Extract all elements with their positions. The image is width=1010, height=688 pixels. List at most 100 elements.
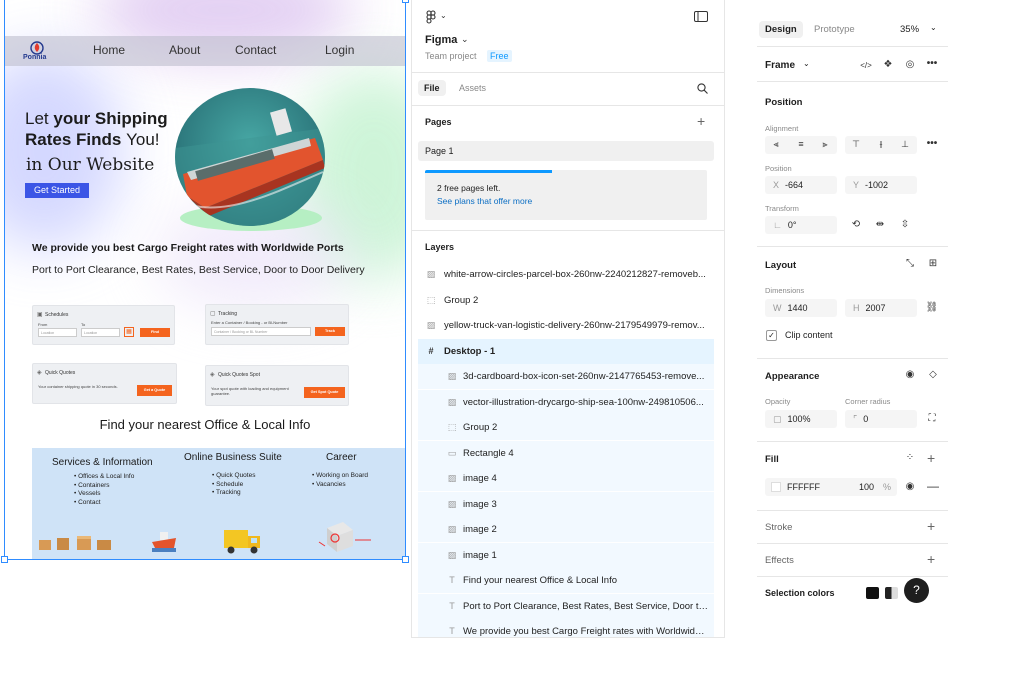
layer-row[interactable]: ▨ vector-illustration-drycargo-ship-sea-1… bbox=[418, 389, 714, 415]
chevron-down-icon[interactable]: ⌄ bbox=[803, 59, 810, 68]
tab-assets[interactable]: Assets bbox=[459, 83, 486, 93]
fill-field[interactable]: FFFFFF 100 % bbox=[765, 478, 897, 496]
layer-row[interactable]: ▨ white-arrow-circles-parcel-box-260nw-22… bbox=[418, 262, 714, 287]
chevron-down-icon[interactable]: ⌄ bbox=[930, 23, 937, 32]
align-top-icon[interactable]: ⊤ bbox=[849, 139, 863, 150]
tab-file[interactable]: File bbox=[418, 80, 446, 96]
layer-row[interactable]: ⬚ Group 2 bbox=[418, 415, 714, 440]
sidebar-toggle-icon[interactable] bbox=[694, 11, 708, 22]
help-button[interactable]: ? bbox=[904, 578, 929, 603]
selection-type[interactable]: Frame bbox=[765, 60, 795, 71]
layer-row[interactable]: # Desktop - 1 bbox=[418, 338, 714, 364]
footer-link[interactable]: Schedule bbox=[212, 481, 282, 490]
get-spot-quote-button[interactable]: Get Spot Quote bbox=[304, 387, 345, 398]
zoom-level[interactable]: 35% bbox=[900, 24, 919, 35]
constrain-proportions-icon[interactable]: ⛓ bbox=[925, 302, 939, 313]
color-swatch-black[interactable] bbox=[866, 587, 879, 599]
layer-row[interactable]: ⬚ Group 2 bbox=[418, 288, 714, 313]
width-field[interactable]: W 1440 bbox=[765, 299, 837, 317]
add-page-icon[interactable]: + bbox=[697, 114, 705, 128]
file-name[interactable]: Figma bbox=[425, 34, 457, 46]
styles-icon[interactable]: ⁘ bbox=[903, 452, 917, 463]
height-field[interactable]: H 2007 bbox=[845, 299, 917, 317]
layer-row[interactable]: ▨ image 3 bbox=[418, 491, 714, 517]
footer-link[interactable]: Working on Board bbox=[312, 472, 368, 481]
align-middle-icon[interactable]: ⫲ bbox=[874, 139, 888, 150]
layer-row[interactable]: ▨ image 1 bbox=[418, 542, 714, 568]
layer-row[interactable]: ▨ image 4 bbox=[418, 466, 714, 491]
footer-link[interactable]: Contact bbox=[74, 499, 153, 508]
color-swatch-mixed[interactable] bbox=[885, 587, 898, 599]
clip-content-label[interactable]: Clip content bbox=[785, 330, 833, 340]
layer-row[interactable]: T Port to Port Clearance, Best Rates, Bes… bbox=[418, 593, 714, 619]
layer-row[interactable]: T Find your nearest Office & Local Info bbox=[418, 568, 714, 593]
x-field[interactable]: X -664 bbox=[765, 176, 837, 194]
remove-fill-icon[interactable]: — bbox=[926, 479, 940, 493]
flip-vertical-icon[interactable]: ⇳ bbox=[898, 219, 912, 230]
see-plans-link[interactable]: See plans that offer more bbox=[437, 196, 532, 206]
tab-design[interactable]: Design bbox=[759, 21, 803, 38]
get-started-button[interactable]: Get Started bbox=[25, 183, 89, 198]
track-button[interactable]: Track bbox=[315, 327, 345, 336]
footer-link[interactable]: Quick Quotes bbox=[212, 472, 282, 481]
checkbox-icon[interactable]: ✓ bbox=[766, 330, 777, 341]
get-quote-button[interactable]: Get a Quote bbox=[137, 385, 172, 396]
footer-link[interactable]: Tracking bbox=[212, 489, 282, 498]
chevron-down-icon[interactable]: ⌄ bbox=[461, 34, 469, 45]
more-icon[interactable]: ••• bbox=[925, 138, 939, 149]
resize-handle[interactable] bbox=[1, 556, 8, 563]
fill-swatch[interactable] bbox=[771, 482, 781, 492]
layer-row[interactable]: T We provide you best Cargo Freight rates… bbox=[418, 619, 714, 637]
add-effect-icon[interactable]: + bbox=[927, 552, 935, 566]
corner-radius-field[interactable]: ⌜ 0 bbox=[845, 410, 917, 428]
desktop-frame[interactable]: Ponnia Home About Contact Login Let your… bbox=[4, 0, 406, 560]
code-icon[interactable]: </> bbox=[859, 61, 873, 70]
project-name[interactable]: Team project bbox=[425, 51, 477, 61]
add-stroke-icon[interactable]: + bbox=[927, 519, 935, 533]
collapse-icon[interactable]: ⤡ bbox=[903, 258, 917, 269]
from-input[interactable]: Location bbox=[38, 328, 77, 337]
layer-row[interactable]: ▨ yellow-truck-van-logistic-delivery-260n… bbox=[418, 313, 714, 338]
align-bottom-icon[interactable]: ⊥ bbox=[898, 139, 912, 150]
to-input[interactable]: Location bbox=[81, 328, 120, 337]
design-canvas[interactable]: Ponnia Home About Contact Login Let your… bbox=[0, 0, 410, 688]
resize-handle[interactable] bbox=[402, 556, 409, 563]
nav-about[interactable]: About bbox=[169, 43, 200, 57]
resize-handle[interactable] bbox=[402, 0, 409, 3]
add-fill-icon[interactable]: + bbox=[927, 451, 935, 465]
independent-corners-icon[interactable]: ⛶ bbox=[925, 413, 939, 424]
chevron-down-icon[interactable]: ⌄ bbox=[440, 11, 447, 20]
y-field[interactable]: Y -1002 bbox=[845, 176, 917, 194]
footer-link[interactable]: Offices & Local Info bbox=[74, 473, 153, 482]
figma-logo-icon[interactable] bbox=[426, 10, 436, 24]
footer-link[interactable]: Vessels bbox=[74, 490, 153, 499]
eye-icon[interactable]: ◉ bbox=[903, 369, 917, 380]
footer-link[interactable]: Vacancies bbox=[312, 481, 368, 490]
flip-horizontal-icon[interactable]: ⇹ bbox=[873, 219, 887, 230]
nav-contact[interactable]: Contact bbox=[235, 43, 276, 57]
page-item-page-1[interactable]: Page 1 bbox=[418, 141, 714, 161]
auto-layout-icon[interactable]: ⊞ bbox=[926, 258, 940, 269]
footer-link[interactable]: Containers bbox=[74, 482, 153, 491]
rotate-icon[interactable]: ⟲ bbox=[849, 219, 863, 230]
mask-icon[interactable]: ◎ bbox=[903, 59, 917, 70]
calendar-icon[interactable]: ▦ bbox=[124, 327, 134, 337]
nav-login[interactable]: Login bbox=[325, 43, 354, 57]
layer-row[interactable]: ▨ 3d-cardboard-box-icon-set-260nw-2147765… bbox=[418, 364, 714, 389]
opacity-field[interactable]: ▢ 100% bbox=[765, 410, 837, 428]
layer-row[interactable]: ▭ Rectangle 4 bbox=[418, 440, 714, 466]
search-icon[interactable] bbox=[697, 83, 708, 94]
component-icon[interactable]: ❖ bbox=[881, 59, 895, 70]
align-center-icon[interactable]: ≡ bbox=[794, 139, 808, 149]
align-right-icon[interactable]: ⫸ bbox=[818, 139, 832, 150]
layer-row[interactable]: ▨ image 2 bbox=[418, 517, 714, 542]
eye-icon[interactable]: ◉ bbox=[903, 481, 917, 492]
logo[interactable]: Ponnia bbox=[23, 40, 48, 62]
blend-mode-icon[interactable]: ◇ bbox=[926, 369, 940, 380]
more-icon[interactable]: ••• bbox=[925, 58, 939, 69]
rotation-field[interactable]: ∟ 0° bbox=[765, 216, 837, 234]
tracking-input[interactable]: Container / Booking or BL Number bbox=[211, 327, 311, 336]
find-button[interactable]: Find bbox=[140, 328, 170, 337]
tab-prototype[interactable]: Prototype bbox=[814, 24, 855, 35]
align-left-icon[interactable]: ⫷ bbox=[769, 139, 783, 150]
